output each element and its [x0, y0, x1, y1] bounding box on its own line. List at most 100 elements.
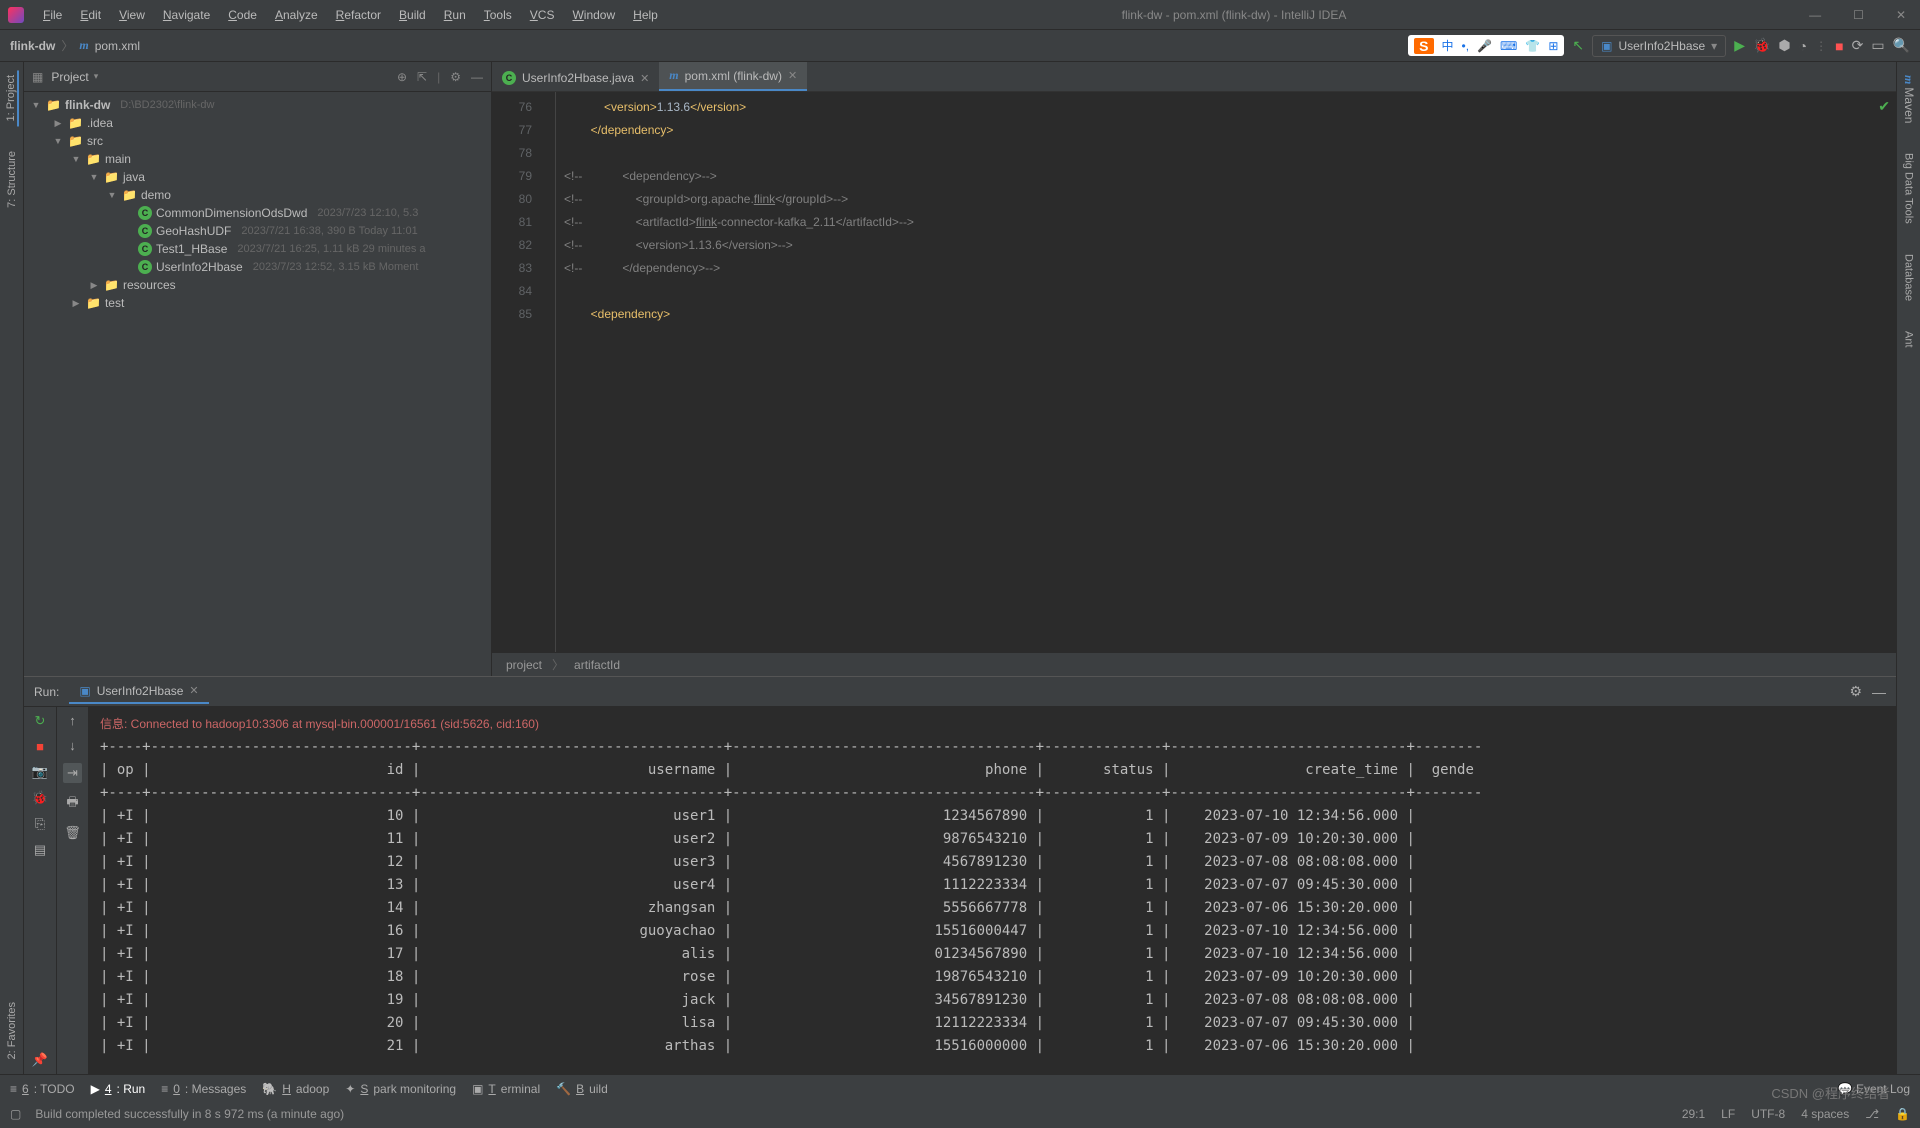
ime-toolbar[interactable]: S 中 •,🎤⌨👕⊞ — [1408, 35, 1564, 56]
maximize-button[interactable]: ☐ — [1847, 8, 1870, 22]
collapse-icon[interactable]: ⇱ — [417, 70, 427, 84]
exit-icon[interactable]: ⎘ — [35, 816, 45, 832]
project-tree[interactable]: ▼📁 flink-dw D:\BD2302\flink-dw▶📁 .idea▼📁… — [24, 92, 491, 676]
pin-icon[interactable]: 📌 — [32, 1052, 48, 1068]
stop-icon[interactable]: ■ — [36, 739, 44, 754]
breadcrumb-file[interactable]: pom.xml — [95, 39, 140, 53]
bottom-tab-0: Messages[interactable]: ≡ 0: Messages — [161, 1082, 246, 1096]
layout-button[interactable]: ▭ — [1871, 37, 1884, 54]
run-tools-left2: ↑ ↓ ⇥ 🖶 🗑 — [56, 707, 88, 1074]
tab-pom.xml (flink-dw)[interactable]: m pom.xml (flink-dw) ✕ — [659, 62, 807, 91]
close-icon[interactable]: ✕ — [788, 69, 797, 82]
tab-UserInfo2Hbase.java[interactable]: C UserInfo2Hbase.java ✕ — [492, 65, 659, 91]
menu-refactor[interactable]: Refactor — [329, 5, 388, 25]
maven-icon: m — [79, 38, 88, 53]
console-output[interactable]: 信息: Connected to hadoop10:3306 at mysql-… — [88, 707, 1896, 1074]
bottom-tab-6: TODO[interactable]: ≡ 6: TODO — [10, 1082, 75, 1096]
hide-icon[interactable]: — — [1872, 684, 1886, 700]
git-icon[interactable]: ⎇ — [1865, 1107, 1879, 1121]
menu-view[interactable]: View — [112, 5, 152, 25]
file-Test1_HBase[interactable]: C Test1_HBase2023/7/21 16:25, 1.11 kB 29… — [24, 240, 491, 258]
run-title: Run: — [34, 685, 59, 699]
tab-favorites[interactable]: 2: Favorites — [6, 997, 18, 1064]
debug-button[interactable]: 🐞 — [1753, 37, 1770, 54]
file-UserInfo2Hbase[interactable]: C UserInfo2Hbase2023/7/23 12:52, 3.15 kB… — [24, 258, 491, 276]
menu-code[interactable]: Code — [221, 5, 264, 25]
tab-ant[interactable]: Ant — [1903, 326, 1915, 353]
breadcrumb-root[interactable]: flink-dw — [10, 39, 55, 53]
bottom-tab-4: Run[interactable]: ▶ 4: Run — [91, 1082, 146, 1096]
close-icon[interactable]: ✕ — [640, 72, 649, 85]
right-gutter: m Maven Big Data Tools Database Ant — [1896, 62, 1920, 1074]
run-config-selector[interactable]: ▣ UserInfo2Hbase ▾ — [1592, 35, 1726, 57]
menu-tools[interactable]: Tools — [477, 5, 519, 25]
menu-build[interactable]: Build — [392, 5, 433, 25]
minimize-button[interactable]: — — [1803, 8, 1827, 22]
bottom-tab-Hadoop[interactable]: 🐘 Hadoop — [262, 1082, 329, 1096]
run-tab[interactable]: ▣ UserInfo2Hbase ✕ — [69, 680, 208, 704]
bug-icon[interactable]: 🐞 — [32, 790, 48, 806]
panel-title[interactable]: Project ▾ — [51, 70, 98, 84]
bottom-tab-Terminal[interactable]: ▣ Terminal — [472, 1082, 540, 1096]
stop-button[interactable]: ■ — [1835, 38, 1843, 54]
code-editor[interactable]: ✔ 76777879808182838485 <version>1.13.6</… — [492, 92, 1896, 652]
status-icon[interactable]: ▢ — [10, 1107, 21, 1121]
app-icon — [8, 7, 24, 23]
coverage-button[interactable]: ⬢ — [1778, 37, 1790, 54]
trash-icon[interactable]: 🗑 — [64, 825, 81, 841]
tab-maven[interactable]: m Maven — [1901, 70, 1916, 128]
tab-structure[interactable]: 7: Structure — [6, 146, 18, 213]
window-title: flink-dw - pom.xml (flink-dw) - IntelliJ… — [665, 8, 1803, 22]
bottom-bar: ≡ 6: TODO▶ 4: Run≡ 0: Messages🐘 Hadoop✦ … — [0, 1074, 1920, 1102]
status-bar: ▢ Build completed successfully in 8 s 97… — [0, 1102, 1920, 1126]
menu-help[interactable]: Help — [626, 5, 665, 25]
print-icon[interactable]: 🖶 — [66, 793, 78, 815]
run-button[interactable]: ▶ — [1734, 37, 1745, 54]
file-CommonDimensionOdsDwd[interactable]: C CommonDimensionOdsDwd2023/7/23 12:10, … — [24, 204, 491, 222]
tab-project[interactable]: 1: Project — [5, 70, 19, 126]
editor-area: C UserInfo2Hbase.java ✕m pom.xml (flink-… — [492, 62, 1896, 676]
project-panel: ▦ Project ▾ ⊕ ⇱ | ⚙ — ▼📁 flink-dw D:\BD2… — [24, 62, 492, 676]
file-GeoHashUDF[interactable]: C GeoHashUDF2023/7/21 16:38, 390 B Today… — [24, 222, 491, 240]
menu-file[interactable]: File — [36, 5, 69, 25]
run-panel: Run: ▣ UserInfo2Hbase ✕ ⚙ — ↻ ■ 📷 🐞 ⎘ ▤ — [24, 676, 1896, 1074]
lock-icon[interactable]: 🔒 — [1895, 1107, 1910, 1121]
profile-button[interactable]: ◔ — [1799, 38, 1807, 54]
menu-run[interactable]: Run — [437, 5, 473, 25]
tab-bigdata[interactable]: Big Data Tools — [1903, 148, 1915, 229]
up-icon[interactable]: ↑ — [69, 713, 76, 728]
search-button[interactable]: 🔍 — [1893, 37, 1910, 54]
status-message: Build completed successfully in 8 s 972 … — [35, 1107, 344, 1121]
editor-tabs: C UserInfo2Hbase.java ✕m pom.xml (flink-… — [492, 62, 1896, 92]
target-icon[interactable]: ⊕ — [397, 70, 407, 84]
gear-icon[interactable]: ⚙ — [450, 70, 461, 84]
run-tools-left: ↻ ■ 📷 🐞 ⎘ ▤ 📌 — [24, 707, 56, 1074]
inspection-ok-icon: ✔ — [1878, 98, 1890, 115]
main-menu: FileEditViewNavigateCodeAnalyzeRefactorB… — [36, 5, 665, 25]
tab-database[interactable]: Database — [1903, 249, 1915, 306]
bottom-tab-Spark monitoring[interactable]: ✦ Spark monitoring — [345, 1082, 456, 1096]
gear-icon[interactable]: ⚙ — [1849, 683, 1862, 700]
close-icon[interactable]: ✕ — [189, 684, 198, 697]
menu-analyze[interactable]: Analyze — [268, 5, 325, 25]
breadcrumb: flink-dw 〉 m pom.xml — [10, 37, 140, 54]
menu-window[interactable]: Window — [565, 5, 622, 25]
close-button[interactable]: ✕ — [1890, 8, 1912, 22]
menu-navigate[interactable]: Navigate — [156, 5, 217, 25]
left-gutter: 1: Project 7: Structure 2: Favorites — [0, 62, 24, 1074]
menu-vcs[interactable]: VCS — [523, 5, 562, 25]
menu-edit[interactable]: Edit — [73, 5, 108, 25]
title-bar: FileEditViewNavigateCodeAnalyzeRefactorB… — [0, 0, 1920, 30]
update-button[interactable]: ⟳ — [1852, 37, 1864, 54]
bottom-tab-Build[interactable]: 🔨 Build — [556, 1082, 608, 1096]
camera-icon[interactable]: 📷 — [32, 764, 48, 780]
build-button[interactable]: ↖ — [1572, 37, 1584, 54]
layout-icon[interactable]: ▤ — [34, 842, 46, 858]
down-icon[interactable]: ↓ — [69, 738, 76, 753]
nav-bar: flink-dw 〉 m pom.xml S 中 •,🎤⌨👕⊞ ↖ ▣ User… — [0, 30, 1920, 62]
hide-icon[interactable]: — — [471, 70, 483, 84]
rerun-icon[interactable]: ↻ — [35, 713, 46, 729]
window-controls: — ☐ ✕ — [1803, 8, 1912, 22]
wrap-icon[interactable]: ⇥ — [63, 763, 82, 783]
editor-crumb: project 〉 artifactId — [492, 652, 1896, 676]
